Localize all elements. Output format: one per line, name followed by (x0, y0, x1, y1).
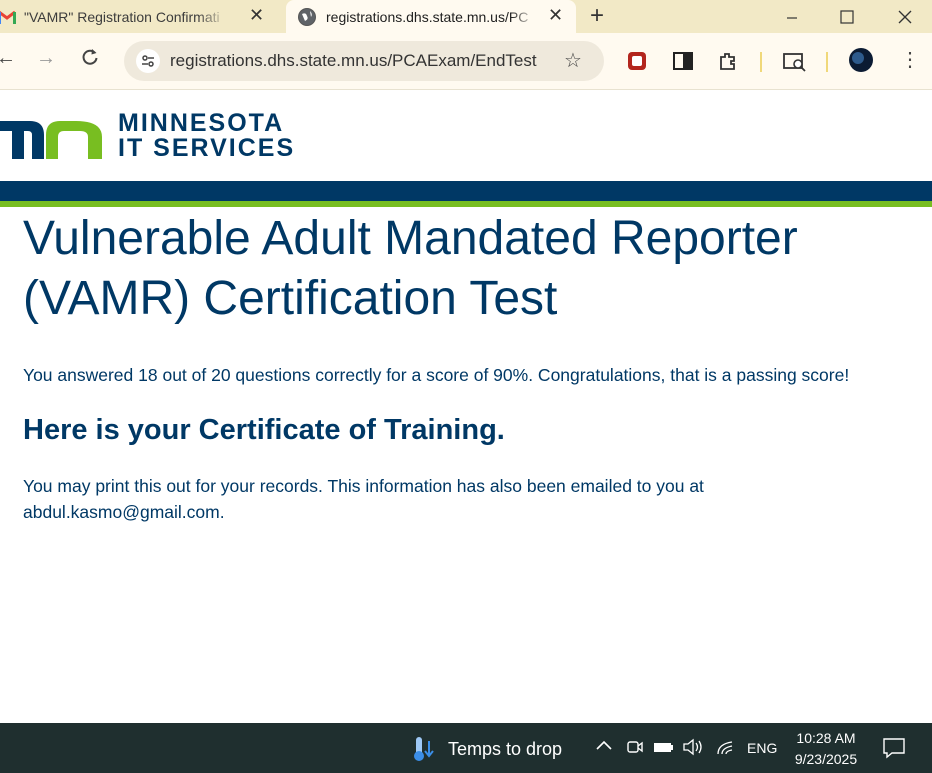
logo-line-1: MINNESOTA (118, 109, 285, 137)
reload-icon[interactable] (80, 47, 100, 73)
logo-line-2: IT SERVICES (118, 134, 296, 162)
thermometer-icon (414, 737, 434, 761)
clock-time: 10:28 AM (796, 730, 856, 746)
profile-avatar[interactable] (848, 47, 874, 73)
more-menu-icon[interactable]: ⋮ (900, 47, 920, 72)
extension-icon[interactable] (626, 50, 648, 72)
globe-icon (298, 7, 316, 26)
camera-icon[interactable] (626, 738, 644, 761)
bookmark-star-icon[interactable]: ☆ (564, 48, 582, 73)
tab-gmail[interactable]: "VAMR" Registration Confirmati ✕ (0, 0, 282, 33)
close-window-button[interactable] (881, 0, 929, 33)
toolbar-divider (826, 52, 828, 72)
notifications-icon[interactable] (882, 737, 906, 764)
clock[interactable]: 10:28 AM 9/23/2025 (790, 728, 862, 770)
browser-tab-strip: "VAMR" Registration Confirmati ✕ registr… (0, 0, 932, 33)
clock-date: 9/23/2025 (794, 751, 858, 767)
logo-wordmark: MINNESOTA IT SERVICES (118, 111, 295, 161)
gmail-icon (0, 10, 16, 24)
battery-icon[interactable] (653, 738, 675, 761)
certificate-heading: Here is your Certificate of Training. (23, 414, 505, 446)
tab-registrations[interactable]: registrations.dhs.state.mn.us/PC ✕ (286, 0, 576, 33)
page-title: Vulnerable Adult Mandated Reporter (VAMR… (23, 212, 798, 325)
weather-text: Temps to drop (448, 738, 563, 759)
score-message: You answered 18 out of 20 questions corr… (23, 365, 850, 385)
main-content: Vulnerable Adult Mandated Reporter (VAMR… (23, 207, 913, 525)
new-tab-button[interactable]: + (590, 2, 604, 30)
browser-toolbar: ← → registrations.dhs.state.mn.us/PCAExa… (0, 33, 932, 90)
close-tab-icon[interactable]: ✕ (249, 5, 264, 26)
address-bar[interactable]: registrations.dhs.state.mn.us/PCAExam/En… (124, 41, 604, 81)
maximize-button[interactable] (823, 0, 871, 33)
language-indicator[interactable]: ENG (747, 740, 777, 756)
close-tab-icon[interactable]: ✕ (548, 5, 563, 26)
forward-arrow-icon[interactable]: → (36, 47, 56, 70)
mn-logo-icon[interactable] (0, 113, 104, 164)
tab-title: "VAMR" Registration Confirmati (24, 8, 220, 25)
toolbar-divider (760, 52, 762, 72)
puzzle-extensions-icon[interactable] (717, 50, 739, 72)
email-note: You may print this out for your records.… (23, 476, 704, 522)
chevron-up-icon[interactable] (595, 738, 613, 757)
back-arrow-icon[interactable]: ← (0, 47, 16, 70)
minimize-button[interactable] (768, 0, 816, 33)
volume-icon[interactable] (682, 738, 704, 761)
site-info-icon[interactable] (136, 49, 160, 73)
search-tabs-icon[interactable] (783, 50, 806, 72)
windows-taskbar: Temps to drop ENG 10:28 AM 9/23/2025 (0, 723, 932, 773)
sidebar-panel-icon[interactable] (672, 50, 694, 72)
url-text: registrations.dhs.state.mn.us/PCAExam/En… (170, 51, 537, 70)
site-header: MINNESOTA IT SERVICES (0, 91, 932, 181)
tab-title: registrations.dhs.state.mn.us/PC (326, 8, 529, 25)
network-icon[interactable] (716, 738, 736, 761)
header-blue-band (0, 181, 932, 201)
weather-widget[interactable]: Temps to drop (412, 735, 562, 763)
